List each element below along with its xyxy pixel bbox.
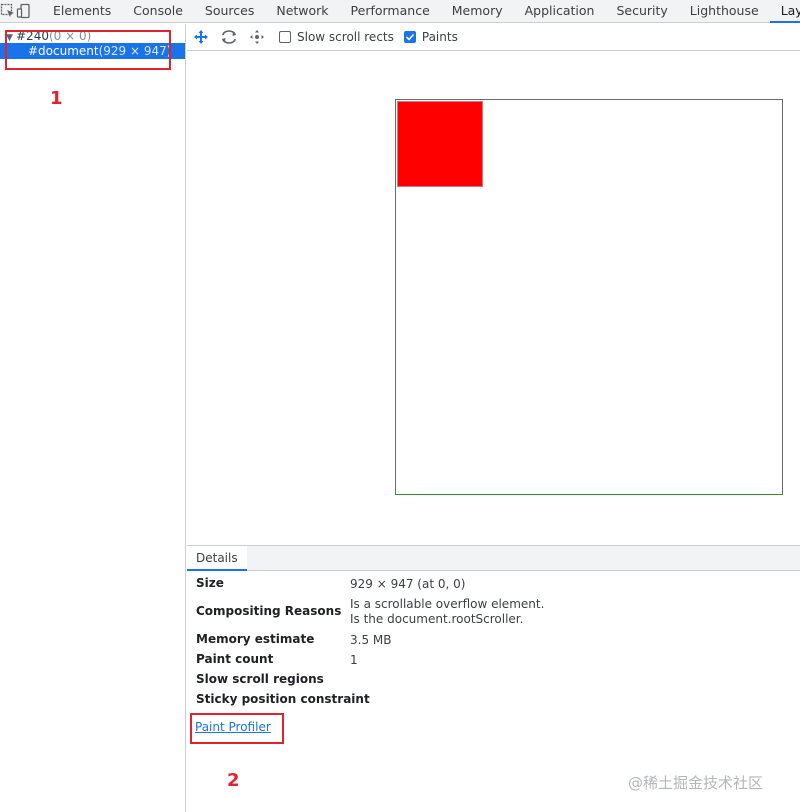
slow-scroll-rects-label: Slow scroll rects: [297, 30, 394, 44]
device-toolbar-icon[interactable]: [16, 0, 32, 22]
detail-key: Sticky position constraint: [196, 692, 370, 706]
tab-layers[interactable]: Layers: [769, 0, 800, 23]
reset-transform-icon[interactable]: [243, 24, 271, 50]
painted-layer-red-square[interactable]: [397, 101, 483, 187]
detail-value: 929 × 947 (at 0, 0): [350, 577, 466, 591]
annotation-box-1: [5, 30, 171, 70]
tab-sources[interactable]: Sources: [194, 0, 265, 23]
rotate-mode-icon[interactable]: [215, 24, 243, 50]
details-tabbar: Details: [187, 545, 800, 571]
checkbox-checked-icon[interactable]: [403, 31, 416, 43]
detail-key: Paint count: [196, 652, 274, 666]
tab-performance[interactable]: Performance: [340, 0, 441, 23]
devtools-tabbar: Elements Console Sources Network Perform…: [0, 0, 800, 23]
checkbox-unchecked-icon[interactable]: [279, 31, 291, 43]
detail-key: Memory estimate: [196, 632, 315, 646]
watermark: @稀土掘金技术社区: [628, 774, 764, 792]
detail-key: Compositing Reasons: [196, 604, 342, 618]
tab-memory[interactable]: Memory: [441, 0, 514, 23]
detail-key: Size: [196, 576, 224, 590]
inspect-element-icon[interactable]: [0, 0, 16, 22]
paints-checkbox[interactable]: Paints: [403, 30, 458, 44]
annotation-number-2: 2: [227, 770, 240, 791]
paints-label: Paints: [421, 30, 458, 44]
layer-tree: ▼ #240(0 × 0) #document(929 × 947): [0, 24, 186, 812]
pan-mode-icon[interactable]: [187, 24, 215, 50]
detail-value: Is a scrollable overflow element.: [350, 597, 545, 611]
tab-security[interactable]: Security: [605, 0, 678, 23]
slow-scroll-rects-checkbox[interactable]: Slow scroll rects: [279, 30, 394, 44]
tab-lighthouse[interactable]: Lighthouse: [679, 0, 770, 23]
detail-value: 1: [350, 653, 358, 667]
detail-key: Slow scroll regions: [196, 672, 324, 686]
layers-viewport[interactable]: [187, 51, 800, 544]
layers-toolbar: Slow scroll rects Paints: [187, 24, 800, 51]
tab-elements[interactable]: Elements: [42, 0, 122, 23]
tab-details[interactable]: Details: [187, 546, 247, 571]
detail-value-line-2: Is the document.rootScroller.: [350, 612, 524, 626]
tab-network[interactable]: Network: [265, 0, 339, 23]
tab-console[interactable]: Console: [122, 0, 194, 23]
detail-value: 3.5 MB: [350, 633, 392, 647]
annotation-number-1: 1: [50, 88, 63, 109]
tab-application[interactable]: Application: [514, 0, 606, 23]
annotation-box-2: [190, 713, 284, 744]
